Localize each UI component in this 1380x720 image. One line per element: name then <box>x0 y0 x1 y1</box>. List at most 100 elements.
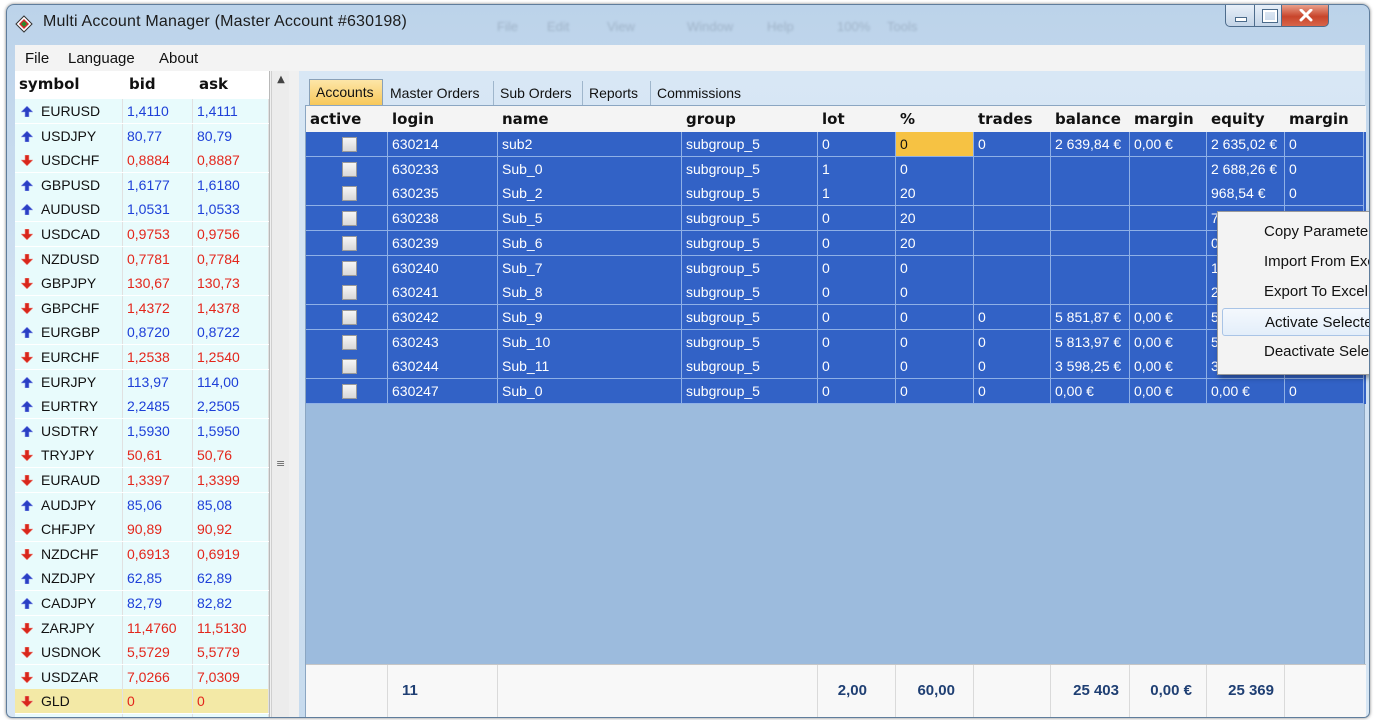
quote-row[interactable]: NZDUSD 0,7781 0,7784 <box>15 246 269 271</box>
col-header[interactable]: trades <box>974 106 1051 132</box>
cell-percent[interactable]: 0 <box>896 156 974 182</box>
cell-percent[interactable]: 20 <box>896 206 974 232</box>
quote-row[interactable]: USDZAR 7,0266 7,0309 <box>15 664 269 689</box>
quote-row[interactable]: EURUSD 1,4110 1,4111 <box>15 99 269 123</box>
table-row[interactable]: 630214 sub2 subgroup_5 0 0 0 2 639,84 €0,00 €2… <box>306 132 1366 157</box>
checkbox-icon[interactable] <box>342 137 357 152</box>
col-header[interactable]: login <box>388 106 498 132</box>
menu-file[interactable]: File <box>25 50 49 67</box>
table-row[interactable]: 630242 Sub_9 subgroup_5 0 0 0 5 851,87 €0,00 €… <box>306 304 1366 330</box>
active-checkbox[interactable] <box>306 379 388 404</box>
checkbox-icon[interactable] <box>342 309 357 325</box>
panel-splitter[interactable] <box>289 71 299 717</box>
table-row[interactable]: 630243 Sub_10 subgroup_5 0 0 0 5 813,97 €0,00 … <box>306 329 1366 355</box>
table-row[interactable]: 630241Sub_8subgroup_5002 701,88 €0 <box>306 280 1366 306</box>
checkbox-icon[interactable] <box>342 260 357 276</box>
tab-commissions[interactable]: Commissions <box>651 81 747 105</box>
cell-percent[interactable]: 0 <box>896 255 974 281</box>
table-row[interactable]: 630238Sub_5subgroup_502076,78 €0 <box>306 206 1366 232</box>
menu-import-from-excel[interactable]: Import From Excel <box>1222 248 1369 276</box>
scroll-grip-icon[interactable]: ≡ <box>276 457 285 470</box>
col-bid-header[interactable]: bid <box>129 75 156 93</box>
cell-percent[interactable]: 0 <box>896 280 974 306</box>
quote-row[interactable]: CHFJPY 90,89 90,92 <box>15 517 269 542</box>
tab-sub-orders[interactable]: Sub Orders <box>494 81 583 105</box>
active-checkbox[interactable] <box>306 329 388 355</box>
tab-master-orders[interactable]: Master Orders <box>384 81 494 105</box>
quote-row[interactable]: TRYJPY 50,61 50,76 <box>15 443 269 468</box>
active-checkbox[interactable] <box>306 206 388 232</box>
active-checkbox[interactable] <box>306 255 388 281</box>
quote-row[interactable]: AUDJPY 85,06 85,08 <box>15 492 269 517</box>
quote-row[interactable]: GBPUSD 1,6177 1,6180 <box>15 172 269 197</box>
menu-deactivate-selected[interactable]: Deactivate Selected <box>1222 338 1369 366</box>
cell-percent[interactable]: 0 <box>896 379 974 404</box>
checkbox-icon[interactable] <box>342 285 357 301</box>
quote-row[interactable]: USDJPY 80,77 80,79 <box>15 123 269 148</box>
col-header[interactable]: equity <box>1207 106 1285 132</box>
quote-row[interactable]: GBPJPY 130,67 130,73 <box>15 271 269 296</box>
menu-export-to-excel[interactable]: Export To Excel <box>1222 278 1369 306</box>
col-symbol-header[interactable]: symbol <box>19 75 80 93</box>
active-checkbox[interactable] <box>306 132 388 157</box>
col-header[interactable]: margin <box>1130 106 1207 132</box>
menu-about[interactable]: About <box>159 50 198 67</box>
checkbox-icon[interactable] <box>342 384 357 399</box>
quotes-scrollbar[interactable]: ▲ ≡ <box>271 71 290 717</box>
quote-row[interactable]: EURJPY 113,97 114,00 <box>15 369 269 394</box>
minimize-button[interactable] <box>1225 5 1255 27</box>
active-checkbox[interactable] <box>306 156 388 182</box>
col-header[interactable]: balance <box>1051 106 1130 132</box>
quote-row[interactable]: EURTRY 2,2485 2,2505 <box>15 394 269 419</box>
cell-percent[interactable]: 0 <box>896 304 974 330</box>
menu-language[interactable]: Language <box>68 50 135 67</box>
table-row[interactable]: 630235 Sub_2 subgroup_5 1 20 968,54 €0 <box>306 181 1366 207</box>
active-checkbox[interactable] <box>306 181 388 207</box>
scroll-up-icon[interactable]: ▲ <box>272 71 290 89</box>
quote-row[interactable]: GBPCHF 1,4372 1,4378 <box>15 295 269 320</box>
table-row[interactable]: 630247 Sub_0 subgroup_5 0 0 0 0,00 €0,00 €0,00… <box>306 379 1366 404</box>
cell-percent[interactable]: 20 <box>896 230 974 256</box>
active-checkbox[interactable] <box>306 354 388 380</box>
quote-row[interactable]: USDNOK 5,5729 5,5779 <box>15 640 269 665</box>
close-button[interactable] <box>1281 5 1329 27</box>
quote-row[interactable]: ZARJPY 11,4760 11,5130 <box>15 615 269 640</box>
tab-reports[interactable]: Reports <box>583 81 651 105</box>
menu-copy-parameters[interactable]: Copy Parameters <box>1222 218 1369 246</box>
quote-row[interactable]: USDCHF 0,8884 0,8887 <box>15 148 269 173</box>
quote-row[interactable]: EURGBP 0,8720 0,8722 <box>15 320 269 345</box>
quote-row[interactable]: AUDUSD 1,0531 1,0533 <box>15 197 269 222</box>
table-row[interactable]: 630244 Sub_11 subgroup_5 0 0 0 3 598,25 €0,00 … <box>306 354 1366 380</box>
cell-percent[interactable]: 20 <box>896 181 974 207</box>
col-header[interactable]: active <box>306 106 388 132</box>
quote-row[interactable]: NZDJPY 62,85 62,89 <box>15 566 269 591</box>
table-row[interactable]: 630233 Sub_0 subgroup_5 1 0 2 688,26 €0 <box>306 156 1366 182</box>
menu-activate-selected[interactable]: Activate Selected <box>1222 308 1369 336</box>
col-header[interactable]: group <box>682 106 818 132</box>
quote-row[interactable]: NZDCHF 0,6913 0,6919 <box>15 541 269 566</box>
checkbox-icon[interactable] <box>342 186 357 202</box>
quote-row[interactable]: CADJPY 82,79 82,82 <box>15 591 269 615</box>
checkbox-icon[interactable] <box>342 235 357 251</box>
active-checkbox[interactable] <box>306 230 388 256</box>
checkbox-icon[interactable] <box>342 334 357 350</box>
title-bar[interactable]: Multi Account Manager (Master Account #6… <box>7 5 1369 41</box>
table-row[interactable]: 630240Sub_7subgroup_5001 035,01 €0 <box>306 255 1366 281</box>
col-header[interactable]: % <box>896 106 974 132</box>
quote-row[interactable]: EURAUD 1,3397 1,3399 <box>15 468 269 492</box>
table-row[interactable]: 630239Sub_6subgroup_50200,00 €0 <box>306 230 1366 256</box>
col-header[interactable]: margin % <box>1285 106 1364 154</box>
quote-row[interactable]: EURCHF 1,2538 1,2540 <box>15 345 269 369</box>
cell-percent[interactable]: 0 <box>896 354 974 380</box>
col-header[interactable]: lot <box>818 106 896 132</box>
tab-accounts[interactable]: Accounts <box>309 79 383 105</box>
col-ask-header[interactable]: ask <box>199 75 228 93</box>
checkbox-icon[interactable] <box>342 359 357 375</box>
cell-percent[interactable]: 0 <box>896 329 974 355</box>
maximize-button[interactable] <box>1254 5 1282 27</box>
quote-row[interactable]: USDCAD 0,9753 0,9756 <box>15 222 269 246</box>
cell-percent-editing[interactable]: 0 <box>896 132 974 157</box>
active-checkbox[interactable] <box>306 304 388 330</box>
quote-row[interactable]: SLV00 <box>15 714 269 717</box>
active-checkbox[interactable] <box>306 280 388 306</box>
